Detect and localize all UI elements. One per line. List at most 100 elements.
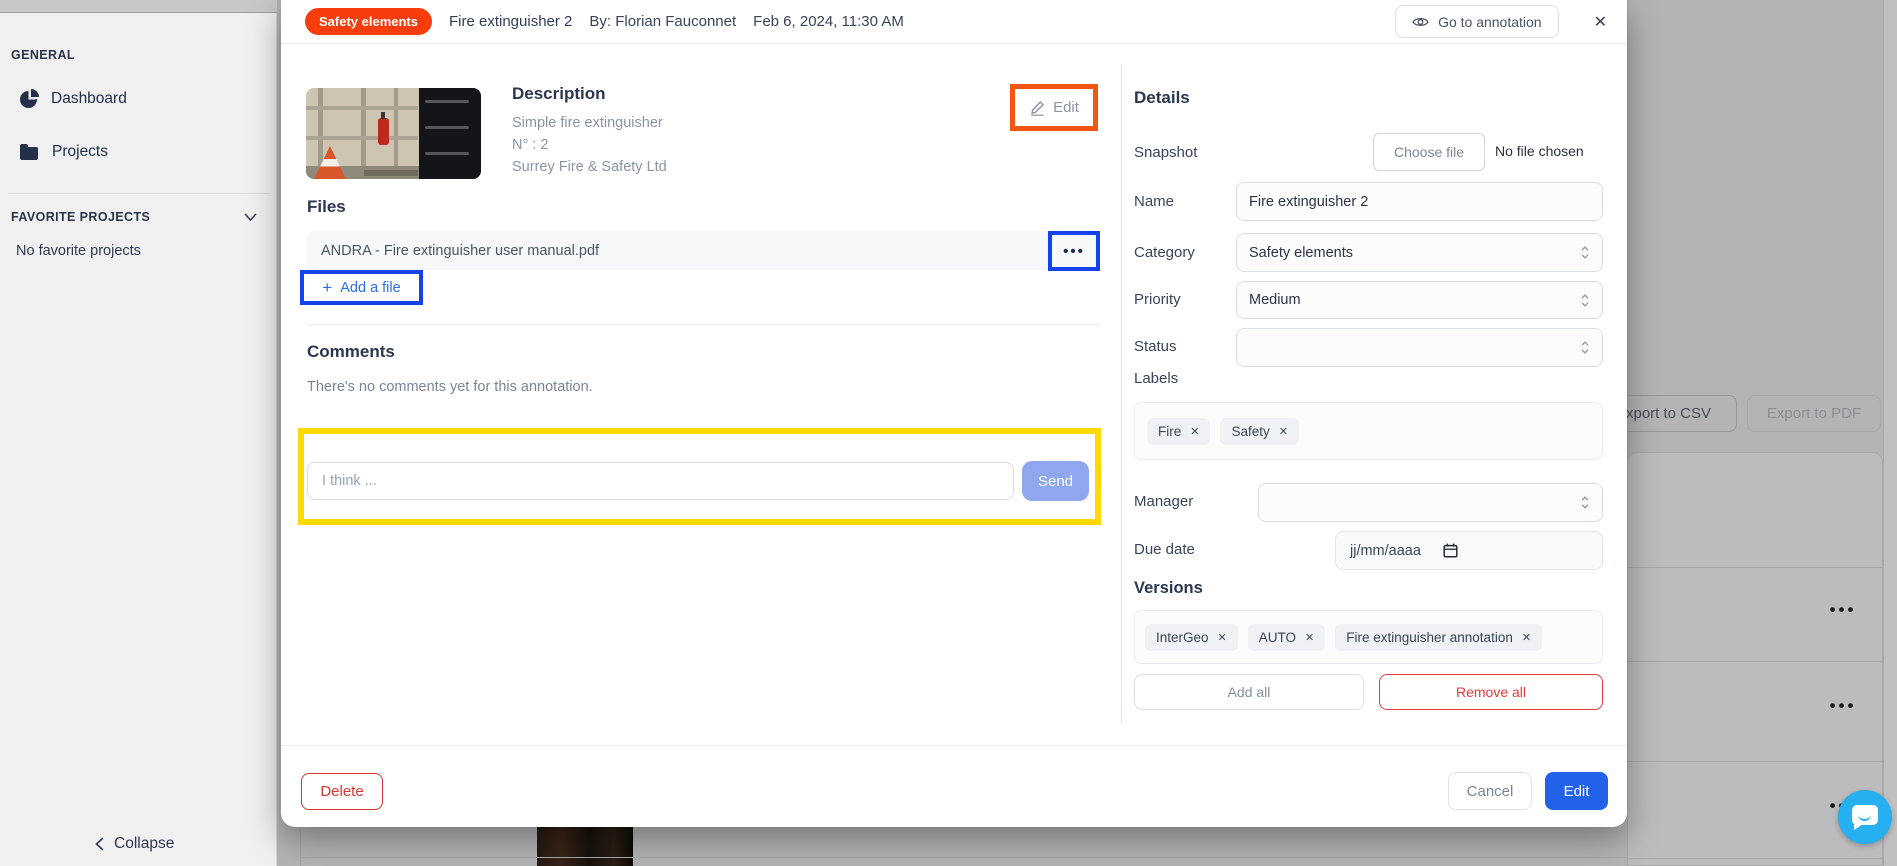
sidebar-section-general: GENERAL [11, 48, 75, 62]
modal-header: Safety elements Fire extinguisher 2 By: … [281, 0, 1627, 44]
chevron-down-icon[interactable] [244, 213, 257, 222]
calendar-icon[interactable] [1443, 543, 1458, 558]
details-heading: Details [1134, 88, 1190, 108]
version-chip: Fire extinguisher annotation ✕ [1335, 624, 1542, 651]
annotation-date: Feb 6, 2024, 11:30 AM [753, 13, 904, 30]
chip-remove-icon[interactable]: ✕ [1279, 425, 1288, 438]
sidebar-item-projects[interactable]: Projects [20, 143, 108, 161]
highlight-annotation-orange: Edit [1010, 84, 1098, 131]
category-select[interactable]: Safety elements [1236, 233, 1603, 272]
file-menu-button[interactable]: ••• [1063, 243, 1085, 260]
dashboard-pie-icon [20, 91, 37, 108]
add-file-label: Add a file [340, 280, 400, 296]
sidebar-divider [8, 193, 270, 194]
select-stepper-icon [1580, 293, 1590, 308]
row-menu-button[interactable]: ••• [1820, 600, 1866, 620]
choose-file-button[interactable]: Choose file [1373, 133, 1485, 171]
cancel-button[interactable]: Cancel [1448, 772, 1532, 810]
favorites-empty-text: No favorite projects [16, 243, 141, 259]
highlight-annotation-blue: ••• [1048, 231, 1100, 271]
description-heading: Description [512, 84, 606, 104]
row-menu-button[interactable]: ••• [1820, 696, 1866, 716]
eye-icon [1412, 16, 1429, 28]
chip-text: AUTO [1259, 630, 1296, 645]
versions-container: InterGeo ✕ AUTO ✕ Fire extinguisher anno… [1134, 610, 1603, 664]
status-select[interactable] [1236, 328, 1603, 367]
priority-label: Priority [1134, 291, 1181, 308]
chat-bubble-button[interactable] [1838, 790, 1892, 844]
pencil-icon [1029, 100, 1045, 116]
sidebar-item-label: Projects [52, 143, 108, 161]
section-divider [307, 324, 1100, 325]
version-chip: InterGeo ✕ [1145, 624, 1238, 651]
labels-container: Fire ✕ Safety ✕ [1134, 402, 1603, 460]
comments-empty-text: There's no comments yet for this annotat… [307, 379, 593, 395]
folder-icon [20, 147, 38, 160]
priority-value: Medium [1249, 292, 1301, 308]
description-line: Surrey Fire & Safety Ltd [512, 159, 667, 175]
description-edit-button[interactable]: Edit [1015, 89, 1093, 126]
add-file-button[interactable]: + Add a file [322, 278, 400, 298]
select-stepper-icon [1580, 245, 1590, 260]
background-table-edge [300, 827, 301, 866]
comments-heading: Comments [307, 342, 395, 362]
thumbnail-fire-extinguisher [378, 118, 389, 145]
label-chip: Safety ✕ [1220, 418, 1299, 445]
chat-icon [1852, 805, 1878, 825]
chevron-left-icon [95, 837, 104, 851]
select-stepper-icon [1580, 340, 1590, 355]
annotation-modal: Safety elements Fire extinguisher 2 By: … [281, 0, 1627, 827]
due-date-placeholder: jj/mm/aaaa [1350, 543, 1421, 559]
close-icon[interactable]: ✕ [1594, 12, 1607, 32]
annotation-author: By: Florian Fauconnet [589, 13, 736, 30]
versions-heading: Versions [1134, 579, 1203, 598]
chip-remove-icon[interactable]: ✕ [1190, 425, 1199, 438]
add-all-button[interactable]: Add all [1134, 674, 1364, 710]
status-label: Status [1134, 338, 1177, 355]
background-row-photo [537, 827, 633, 866]
send-comment-button[interactable]: Send [1022, 461, 1089, 501]
manager-select[interactable] [1258, 483, 1603, 522]
chip-remove-icon[interactable]: ✕ [1218, 631, 1227, 644]
delete-button[interactable]: Delete [301, 773, 383, 810]
files-heading: Files [307, 197, 346, 217]
chip-remove-icon[interactable]: ✕ [1305, 631, 1314, 644]
table-row-divider [1628, 858, 1882, 859]
go-to-annotation-button[interactable]: Go to annotation [1395, 5, 1559, 38]
chip-text: Fire [1158, 424, 1181, 439]
edit-label: Edit [1053, 99, 1079, 116]
sidebar: GENERAL Dashboard Projects FAVORITE PROJ… [0, 13, 277, 866]
priority-select[interactable]: Medium [1236, 281, 1603, 319]
category-value: Safety elements [1249, 245, 1353, 261]
category-badge: Safety elements [305, 8, 432, 35]
background-top-bar [0, 0, 277, 13]
file-list-item[interactable]: ANDRA - Fire extinguisher user manual.pd… [307, 231, 1100, 270]
manager-label: Manager [1134, 493, 1193, 510]
comment-input[interactable] [307, 462, 1014, 500]
collapse-button[interactable]: Collapse [95, 835, 174, 853]
name-label: Name [1134, 193, 1174, 210]
background-right-edge [1883, 0, 1897, 866]
footer-divider [281, 745, 1627, 746]
table-row-divider [1628, 661, 1882, 662]
sidebar-item-dashboard[interactable]: Dashboard [20, 90, 127, 108]
edit-button[interactable]: Edit [1545, 772, 1608, 810]
no-file-chosen-text: No file chosen [1495, 143, 1584, 159]
version-chip: AUTO ✕ [1248, 624, 1325, 651]
background-row-divider [300, 857, 1627, 858]
annotation-title: Fire extinguisher 2 [449, 13, 572, 30]
description-line: N° : 2 [512, 137, 548, 153]
chip-text: Safety [1231, 424, 1269, 439]
due-date-input[interactable]: jj/mm/aaaa [1335, 531, 1603, 570]
sidebar-section-favorites: FAVORITE PROJECTS [11, 210, 150, 224]
name-input[interactable] [1236, 182, 1603, 221]
go-to-annotation-label: Go to annotation [1438, 14, 1542, 30]
export-pdf-button[interactable]: Export to PDF [1747, 395, 1881, 432]
chip-text: Fire extinguisher annotation [1346, 630, 1513, 645]
file-name: ANDRA - Fire extinguisher user manual.pd… [321, 243, 599, 259]
remove-all-button[interactable]: Remove all [1379, 674, 1603, 710]
chip-remove-icon[interactable]: ✕ [1522, 631, 1531, 644]
table-row-divider [1628, 567, 1882, 568]
annotation-thumbnail[interactable] [306, 88, 481, 179]
labels-label: Labels [1134, 370, 1178, 387]
